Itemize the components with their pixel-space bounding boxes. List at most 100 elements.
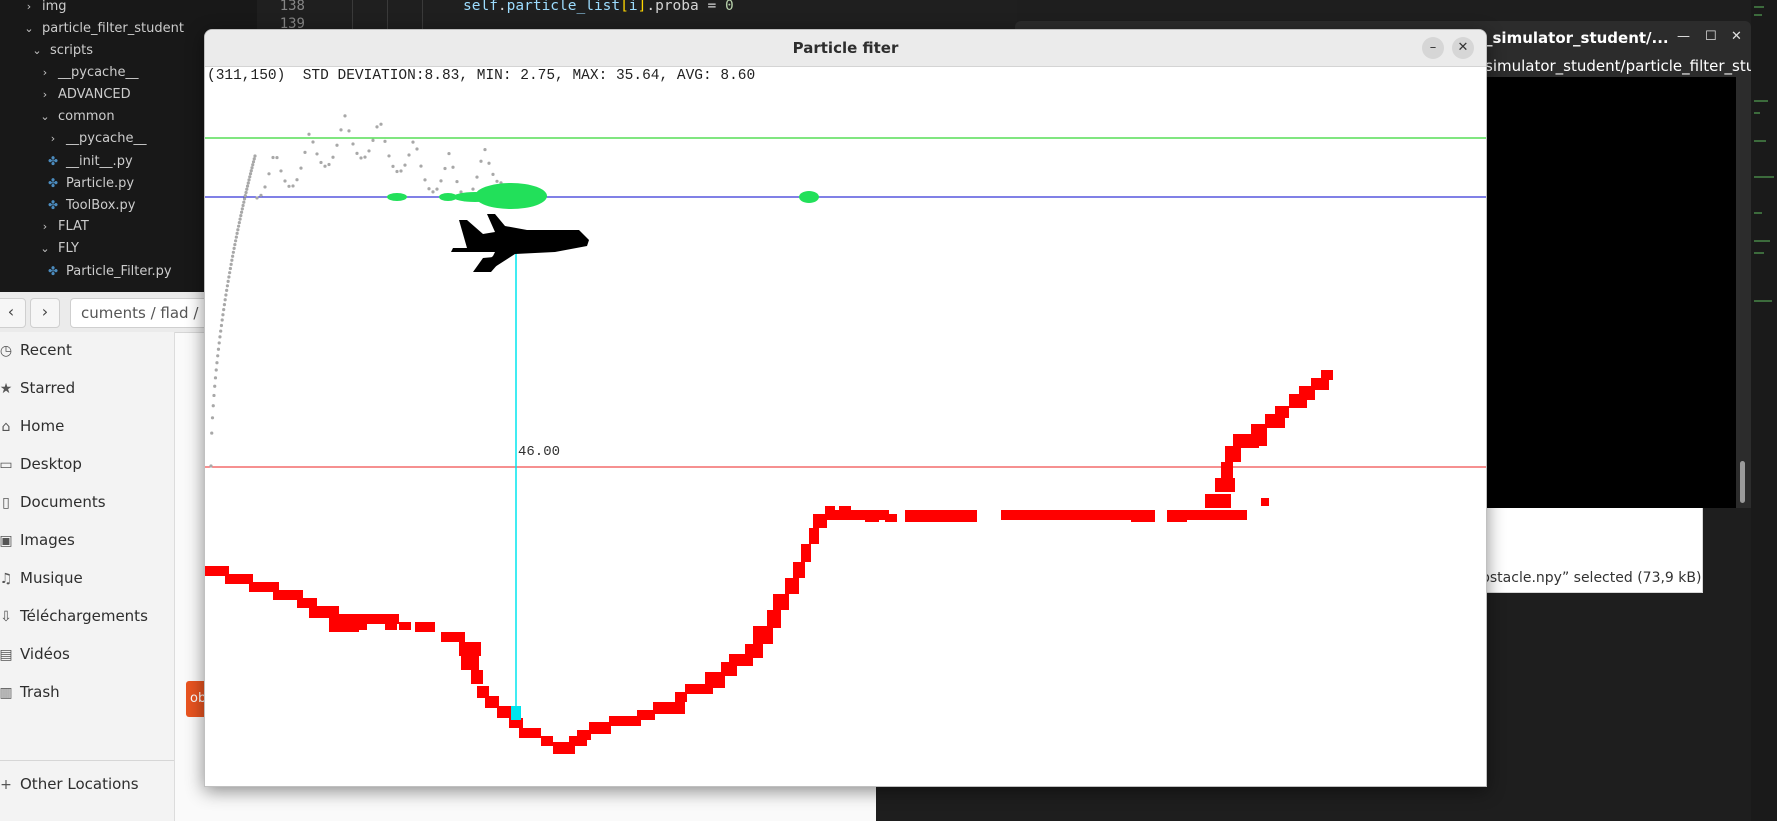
code-token: self xyxy=(463,0,498,14)
probability-point xyxy=(455,179,459,184)
terminal-output[interactable] xyxy=(1485,77,1736,508)
sidebar-item-documents[interactable]: ▯ Documents xyxy=(0,484,174,520)
probability-point xyxy=(307,132,311,136)
file-item[interactable]: ✤ Particle_Filter.py xyxy=(0,260,172,282)
minimize-button[interactable]: — xyxy=(1677,29,1690,44)
editor-minimap[interactable] xyxy=(1751,0,1777,821)
sidebar-item-label: Recent xyxy=(20,341,72,359)
probability-point xyxy=(232,246,236,251)
terrain-block xyxy=(399,622,411,630)
sidebar-item-recent[interactable]: ◷ Recent xyxy=(0,332,174,368)
probability-point xyxy=(227,275,231,279)
probability-point xyxy=(251,160,256,164)
document-icon: ▯ xyxy=(2,495,10,511)
probability-point xyxy=(242,197,247,201)
chevron-right-icon: › xyxy=(42,66,48,79)
code-token: i xyxy=(628,0,638,14)
folder-item[interactable]: › __pycache__ xyxy=(0,128,147,150)
chevron-right-icon: › xyxy=(50,132,56,145)
file-item[interactable]: ✤ __init__.py xyxy=(0,150,133,172)
airplane-icon xyxy=(451,214,589,272)
terrain-block xyxy=(485,696,499,708)
music-icon: ♫ xyxy=(0,571,13,587)
probability-point xyxy=(236,228,240,232)
probability-point xyxy=(331,155,335,159)
image-icon: ▣ xyxy=(0,533,13,549)
sidebar-item-musique[interactable]: ♫ Musique xyxy=(0,560,174,596)
minimize-button[interactable]: – xyxy=(1422,37,1444,59)
probability-point xyxy=(415,147,419,151)
folder-item[interactable]: › __pycache__ xyxy=(0,62,139,84)
probability-point xyxy=(233,242,237,247)
close-button[interactable]: ✕ xyxy=(1731,29,1742,44)
terrain-block xyxy=(905,510,977,522)
folder-item[interactable]: › ADVANCED xyxy=(0,84,131,106)
trash-icon: ▥ xyxy=(0,685,13,701)
terrain-block xyxy=(385,622,397,630)
tree-item-label: common xyxy=(58,109,115,124)
code-editor[interactable]: 138 139 self.particle_list[i].proba = 0 xyxy=(257,0,1017,30)
files-sidebar: ◷ Recent ★ Starred ⌂ Home ▭ Desktop ▯ Documents ▣ I… xyxy=(0,332,175,821)
chevron-down-icon: ⌄ xyxy=(40,242,50,255)
folder-item[interactable]: ⌄ FLY xyxy=(0,238,79,260)
sidebar-item-trash[interactable]: ▥ Trash xyxy=(0,674,174,710)
particle-cluster xyxy=(387,193,407,201)
sidebar-item-vidéos[interactable]: ▤ Vidéos xyxy=(0,636,174,672)
probability-point xyxy=(259,193,263,197)
terrain-block xyxy=(753,626,773,644)
folder-item[interactable]: ⌄ common xyxy=(0,106,115,128)
sidebar-item-other-locations[interactable]: + Other Locations xyxy=(0,766,174,802)
probability-point xyxy=(383,139,387,143)
folder-item[interactable]: ⌄ scripts xyxy=(0,40,93,62)
terrain-block xyxy=(225,574,253,584)
file-item[interactable]: ✤ ToolBox.py xyxy=(0,194,136,216)
filter-status-readout: (311,150) STD DEVIATION:8.83, MIN: 2.75,… xyxy=(207,68,756,84)
back-button[interactable]: ‹ xyxy=(0,298,26,328)
folder-item[interactable]: ⌄ particle_filter_student xyxy=(0,18,184,40)
probability-point xyxy=(427,187,431,191)
minimap-line xyxy=(1754,212,1762,214)
sidebar-item-desktop[interactable]: ▭ Desktop xyxy=(0,446,174,482)
probability-point xyxy=(226,279,230,283)
python-file-icon: ✤ xyxy=(47,154,59,168)
close-button[interactable]: ✕ xyxy=(1452,37,1474,59)
probability-point xyxy=(218,335,222,339)
probability-point xyxy=(228,266,232,271)
probability-point xyxy=(375,125,379,129)
tree-item-label: img xyxy=(42,0,67,14)
minimap-line xyxy=(1754,112,1760,114)
folder-item[interactable]: › FLAT xyxy=(0,216,89,238)
probability-point xyxy=(447,151,451,156)
maximize-button[interactable]: ☐ xyxy=(1705,29,1717,44)
chevron-down-icon: ⌄ xyxy=(32,44,42,57)
particle-filter-window[interactable]: Particle fiter – ✕ (311,150) STD DEVIATI… xyxy=(204,29,1487,787)
sidebar-item-label: Musique xyxy=(20,569,83,587)
folder-item[interactable]: › img xyxy=(0,0,67,18)
probability-point xyxy=(253,154,257,158)
probability-point xyxy=(248,172,253,176)
file-item[interactable]: ✤ Particle.py xyxy=(0,172,134,194)
tree-item-label: particle_filter_student xyxy=(42,21,184,36)
probability-point xyxy=(222,303,227,307)
probability-point xyxy=(271,155,275,160)
sidebar-item-téléchargements[interactable]: ⇩ Téléchargements xyxy=(0,598,174,634)
sidebar-item-images[interactable]: ▣ Images xyxy=(0,522,174,558)
forward-button[interactable]: › xyxy=(30,298,60,328)
star-icon: ★ xyxy=(0,381,13,397)
probability-point xyxy=(211,404,215,408)
terrain-block xyxy=(609,716,641,726)
terrain-block xyxy=(1167,510,1187,522)
window-titlebar[interactable]: Particle fiter – ✕ xyxy=(205,30,1486,67)
probability-point xyxy=(244,190,248,195)
probability-point xyxy=(347,129,351,133)
minimap-line xyxy=(1754,14,1762,16)
probability-point xyxy=(483,147,487,152)
sidebar-item-starred[interactable]: ★ Starred xyxy=(0,370,174,406)
sidebar-item-home[interactable]: ⌂ Home xyxy=(0,408,174,444)
terrain-block xyxy=(1001,510,1131,520)
terminal-scrollbar[interactable] xyxy=(1740,461,1745,503)
terminal-path-tab[interactable]: simulator_student/particle_filter_stud xyxy=(1485,57,1751,75)
simulation-canvas xyxy=(205,114,1486,754)
probability-point xyxy=(295,178,299,182)
sidebar-separator xyxy=(0,760,174,761)
